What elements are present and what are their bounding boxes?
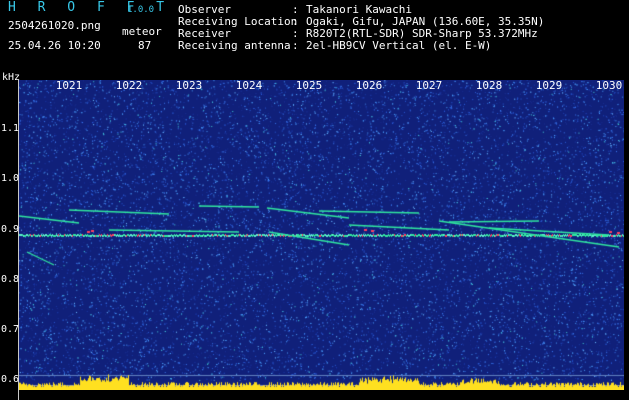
x-tick-label: 1028 <box>475 79 503 92</box>
x-tick-label: 1029 <box>535 79 563 92</box>
x-tick-label: 1021 <box>55 79 83 92</box>
file-name: 2504261020.png <box>8 19 101 32</box>
x-tick-label: 1025 <box>295 79 323 92</box>
y-tick-label: 0.9 <box>1 224 20 235</box>
y-axis-unit: kHz <box>2 72 21 83</box>
date-time: 25.04.26 10:20 <box>8 39 101 52</box>
x-tick-label: 1026 <box>355 79 383 92</box>
header-panel: H R O F F T 1.0.0 2504261020.png 25.04.2… <box>0 0 629 80</box>
app-version: 1.0.0 <box>127 5 155 15</box>
y-tick-label: 0.6 <box>1 374 20 385</box>
meteor-label: meteor <box>122 25 162 38</box>
x-tick-label: 1024 <box>235 79 263 92</box>
x-tick-label: 1023 <box>175 79 203 92</box>
y-tick-label: 1.1 <box>1 123 20 134</box>
y-tick-label: 1.0 <box>1 173 20 184</box>
info-value-antenna: 2el-HB9CV Vertical (el. E-W) <box>306 39 492 52</box>
meteor-count: 87 <box>138 39 152 52</box>
info-key-antenna: Receiving antenna <box>178 39 291 52</box>
spectrogram-canvas <box>19 80 624 390</box>
y-tick-label: 0.8 <box>1 274 20 285</box>
x-tick-label: 1022 <box>115 79 143 92</box>
info-separator: : <box>292 39 299 52</box>
y-tick-label: 0.7 <box>1 324 20 335</box>
x-tick-label: 1030 <box>595 79 623 92</box>
x-tick-label: 1027 <box>415 79 443 92</box>
